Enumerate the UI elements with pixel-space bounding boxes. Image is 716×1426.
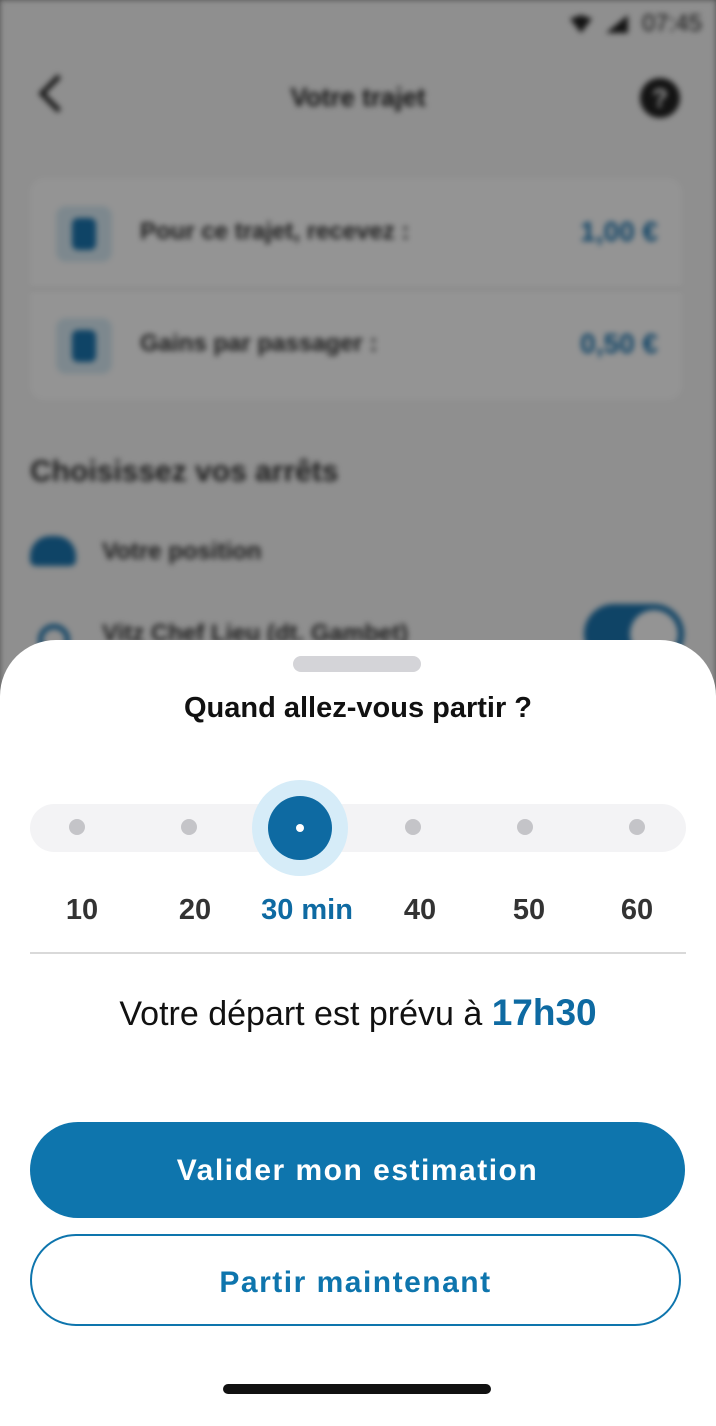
slider-thumb[interactable] <box>268 796 332 860</box>
departure-summary: Votre départ est prévu à 17h30 <box>0 992 716 1034</box>
slider-tick-dot[interactable] <box>181 819 197 835</box>
validate-estimation-button[interactable]: Valider mon estimation <box>30 1122 685 1218</box>
sheet-title: Quand allez-vous partir ? <box>183 692 533 724</box>
slider-option-label[interactable]: 20 <box>140 894 250 927</box>
slider-tick-dot[interactable] <box>69 819 85 835</box>
slider-option-label[interactable]: 10 <box>27 894 137 927</box>
slider-thumb-center <box>296 824 304 832</box>
slider-option-label[interactable]: 60 <box>582 894 692 927</box>
slider-option-label[interactable]: 50 <box>474 894 584 927</box>
slider-tick-dot[interactable] <box>629 819 645 835</box>
leave-now-button[interactable]: Partir maintenant <box>30 1234 681 1326</box>
slider-option-label[interactable]: 40 <box>365 894 475 927</box>
divider <box>30 952 686 954</box>
slider-tick-dot[interactable] <box>405 819 421 835</box>
home-indicator <box>223 1384 491 1394</box>
drag-handle[interactable] <box>293 656 421 672</box>
departure-time: 17h30 <box>491 992 597 1033</box>
slider-tick-dot[interactable] <box>517 819 533 835</box>
time-slider-track[interactable] <box>30 804 686 852</box>
departure-text: Votre départ est prévu à <box>119 995 483 1033</box>
slider-option-label-selected[interactable]: 30 min <box>252 894 362 927</box>
departure-bottom-sheet: Quand allez-vous partir ? 10 20 30 min 4… <box>0 640 716 1426</box>
